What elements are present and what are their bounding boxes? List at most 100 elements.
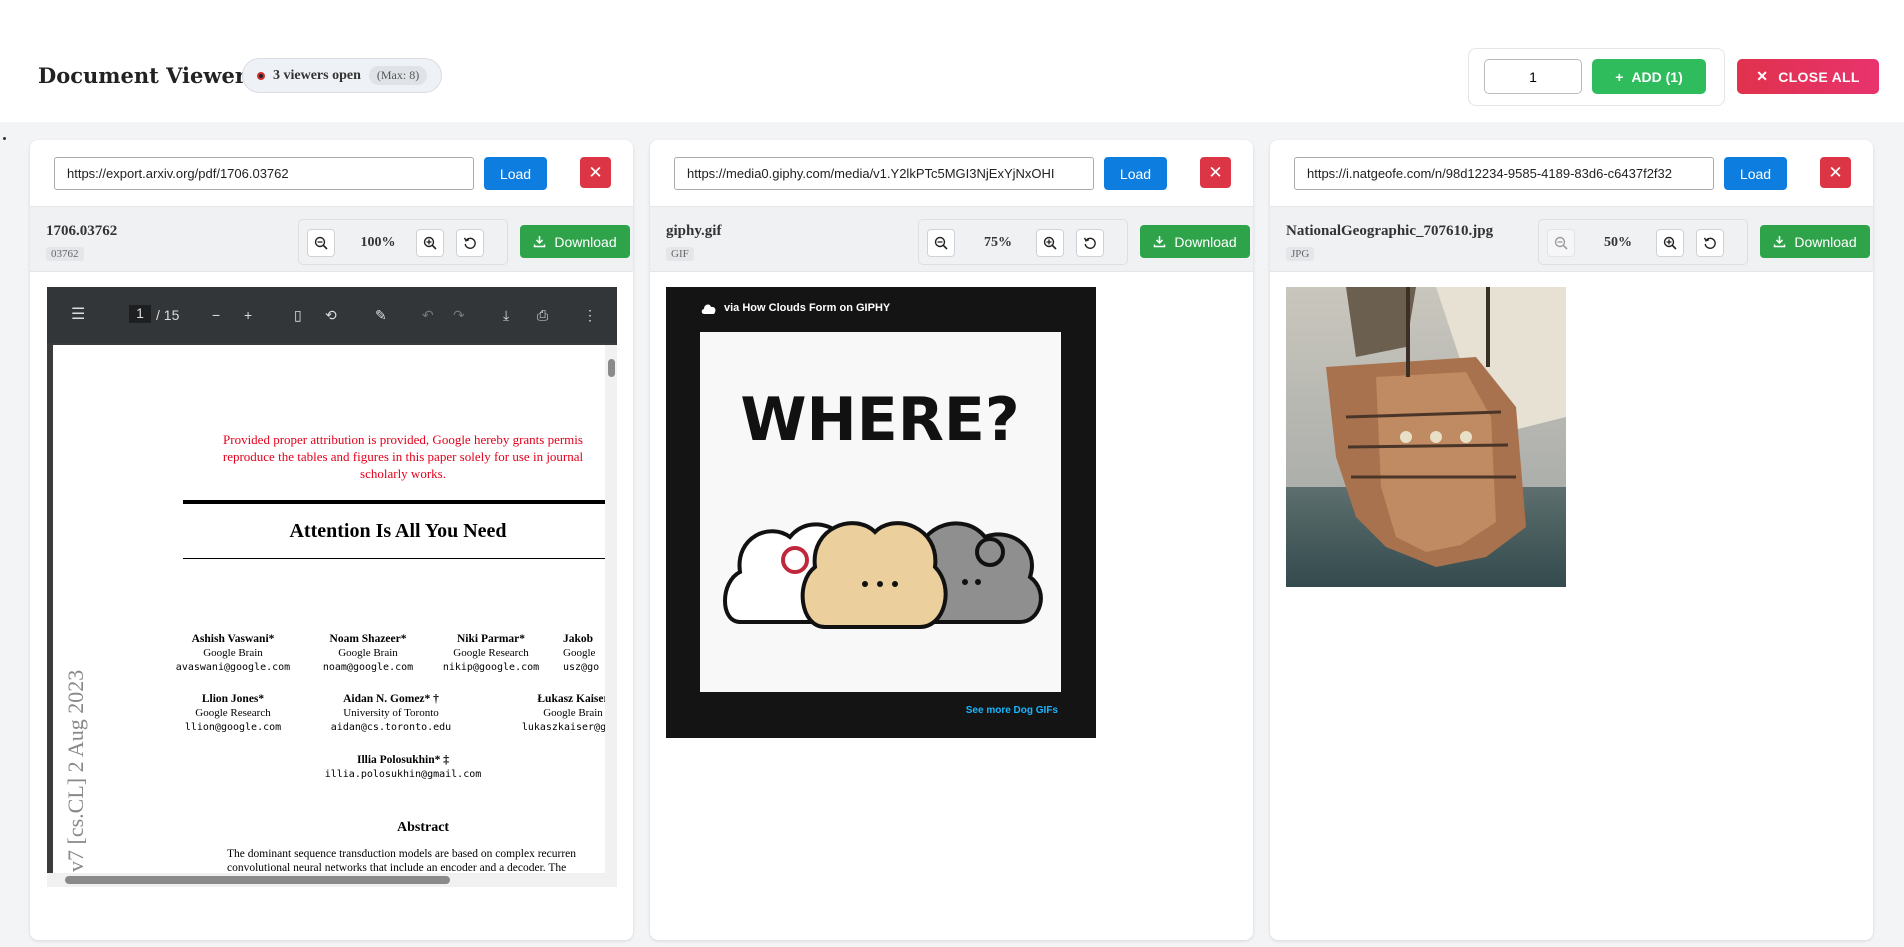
cloud-icon <box>701 304 716 314</box>
author-org: University of Toronto <box>343 707 439 719</box>
zoom-in-button[interactable] <box>416 229 444 257</box>
plus-icon: + <box>1615 68 1624 85</box>
where-caption: WHERE? <box>740 385 1019 455</box>
redo-icon[interactable]: ↷ <box>453 307 465 324</box>
viewer-content: ☰ 1 / 15 − + ▯ ⟲ ✎ ↶ ↷ ⤓ ⎙ ⋮ Provided pr… <box>30 272 633 940</box>
viewer-toolbar: NationalGeographic_707610.jpg JPG 50% Do… <box>1270 206 1873 272</box>
page-title: Document Viewer <box>38 63 246 88</box>
reset-icon <box>1703 237 1716 249</box>
zoom-out-button[interactable] <box>307 229 335 257</box>
author-email: noam@google.com <box>322 662 414 673</box>
file-type-badge: 03762 <box>46 247 84 261</box>
download-label: Download <box>554 233 617 250</box>
author-org: Google Research <box>195 707 271 719</box>
download-button[interactable]: Download <box>520 225 630 258</box>
file-name: 1706.03762 <box>46 223 118 239</box>
reset-icon <box>1083 237 1096 249</box>
author-name: Llion Jones* <box>201 693 265 705</box>
rotate-icon[interactable]: ⟲ <box>325 307 337 324</box>
viewer-toolbar: giphy.gif GIF 75% Download <box>650 206 1253 272</box>
pdf-zoom-out-icon[interactable]: − <box>212 307 220 323</box>
scroll-thumb[interactable] <box>608 359 615 377</box>
abstract-line: convolutional neural networks that inclu… <box>227 862 567 873</box>
author-email: avaswani@google.com <box>175 662 291 673</box>
close-icon: ✕ <box>1756 68 1769 84</box>
viewer-grid: Load ✕ 1706.03762 03762 100% <box>30 122 1890 940</box>
zoom-out-button[interactable] <box>927 229 955 257</box>
viewer-content: via How Clouds Form on GIPHY WHERE? See … <box>650 272 1253 940</box>
menu-icon[interactable]: ☰ <box>71 304 85 324</box>
pdf-zoom-in-icon[interactable]: + <box>244 307 252 323</box>
url-input[interactable] <box>1294 157 1714 190</box>
download-button[interactable]: Download <box>1140 225 1250 258</box>
author-name: Łukasz Kaiser <box>537 693 605 705</box>
reset-zoom-button[interactable] <box>456 229 484 257</box>
author-name: Niki Parmar* <box>456 633 526 645</box>
undo-icon[interactable]: ↶ <box>422 307 434 324</box>
giphy-footer-link[interactable]: See more Dog GIFs <box>966 705 1058 716</box>
reset-zoom-button[interactable] <box>1076 229 1104 257</box>
author-org: Google <box>563 647 596 659</box>
gif-image: via How Clouds Form on GIPHY WHERE? See … <box>666 287 1096 738</box>
viewers-count-badge: 3 viewers open (Max: 8) <box>242 58 443 93</box>
abstract-text: The dominant sequence transduction model… <box>227 847 605 873</box>
pdf-viewer: ☰ 1 / 15 − + ▯ ⟲ ✎ ↶ ↷ ⤓ ⎙ ⋮ Provided pr… <box>47 287 617 887</box>
zoom-in-button[interactable] <box>1036 229 1064 257</box>
add-viewer-button[interactable]: + ADD (1) <box>1592 59 1706 94</box>
author-name: Aidan N. Gomez* † <box>343 693 439 705</box>
author-org: Google Brain <box>203 647 263 659</box>
url-bar: Load ✕ <box>54 157 611 190</box>
reset-icon <box>463 237 476 249</box>
gif-frame: WHERE? <box>700 332 1061 692</box>
attribution-line: scholarly works. <box>360 466 446 481</box>
load-button[interactable]: Load <box>1104 157 1167 190</box>
scroll-thumb[interactable] <box>65 876 450 884</box>
print-icon[interactable]: ⎙ <box>537 307 548 324</box>
page-number-input[interactable]: 1 <box>129 305 151 323</box>
load-button[interactable]: Load <box>1724 157 1787 190</box>
zoom-out-button[interactable] <box>1547 229 1575 257</box>
fit-page-icon[interactable]: ▯ <box>294 307 302 324</box>
status-dot-icon <box>257 71 265 80</box>
author-block: Llion Jones* Google Research llion@googl… <box>163 692 303 735</box>
attribution-line: reproduce the tables and figures in this… <box>222 449 584 464</box>
vertical-scrollbar[interactable] <box>605 345 617 873</box>
close-all-button[interactable]: ✕ CLOSE ALL <box>1737 59 1879 94</box>
zoom-in-button[interactable] <box>1656 229 1684 257</box>
header: Document Viewer 3 viewers open (Max: 8) … <box>0 0 1904 122</box>
author-name: Ashish Vaswani* <box>191 633 275 645</box>
horizontal-scrollbar[interactable] <box>47 873 617 887</box>
author-name: Illia Polosukhin* ‡ <box>356 754 450 766</box>
pdf-download-icon[interactable]: ⤓ <box>503 307 509 324</box>
download-button[interactable]: Download <box>1760 225 1870 258</box>
zoom-in-icon <box>1663 236 1677 250</box>
close-viewer-button[interactable]: ✕ <box>1200 157 1231 188</box>
reset-zoom-button[interactable] <box>1696 229 1724 257</box>
viewer-panel-gif: Load ✕ giphy.gif GIF 75% <box>650 140 1253 940</box>
close-viewer-button[interactable]: ✕ <box>1820 157 1851 188</box>
url-bar: Load ✕ <box>674 157 1231 190</box>
ship-photo <box>1286 287 1566 587</box>
file-type-badge: JPG <box>1286 247 1315 261</box>
viewers-count-text: 3 viewers open <box>273 67 361 83</box>
author-block: Niki Parmar* Google Research nikip@googl… <box>431 632 551 675</box>
pdf-page: Provided proper attribution is provided,… <box>53 345 605 873</box>
close-all-label: CLOSE ALL <box>1778 68 1860 85</box>
author-email: lukaszkaiser@goog <box>521 722 605 733</box>
zoom-in-icon <box>1043 236 1057 250</box>
download-label: Download <box>1794 233 1857 250</box>
zoom-level: 75% <box>984 235 1012 250</box>
stray-dot <box>3 137 6 140</box>
author-block: Jakob Google usz@go <box>563 632 605 675</box>
url-input[interactable] <box>674 157 1094 190</box>
close-viewer-button[interactable]: ✕ <box>580 157 611 188</box>
attribution-notice: Provided proper attribution is provided,… <box>173 431 605 482</box>
viewer-count-input[interactable] <box>1484 59 1582 94</box>
more-options-icon[interactable]: ⋮ <box>583 307 597 324</box>
url-input[interactable] <box>54 157 474 190</box>
author-org: Google Research <box>453 647 529 659</box>
download-icon <box>1774 236 1786 248</box>
file-name: giphy.gif <box>666 223 722 239</box>
load-button[interactable]: Load <box>484 157 547 190</box>
draw-icon[interactable]: ✎ <box>375 307 387 324</box>
